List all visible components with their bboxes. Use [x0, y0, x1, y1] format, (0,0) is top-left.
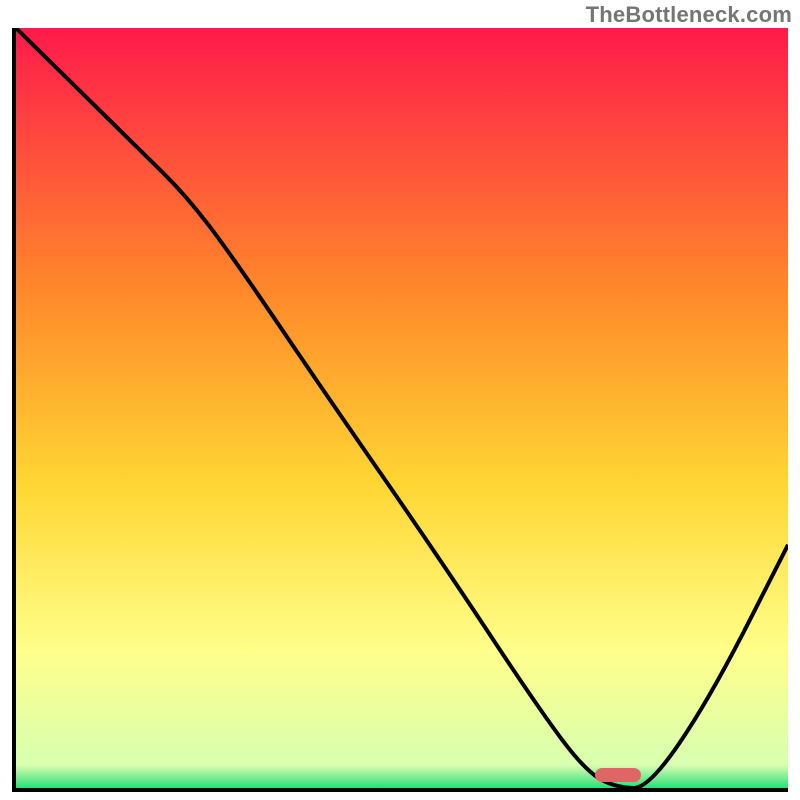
chart-container: TheBottleneck.com: [0, 0, 800, 800]
optimal-marker: [595, 768, 641, 782]
watermark-text: TheBottleneck.com: [586, 2, 792, 28]
plot-area: [12, 28, 788, 792]
chart-svg: [16, 28, 788, 788]
